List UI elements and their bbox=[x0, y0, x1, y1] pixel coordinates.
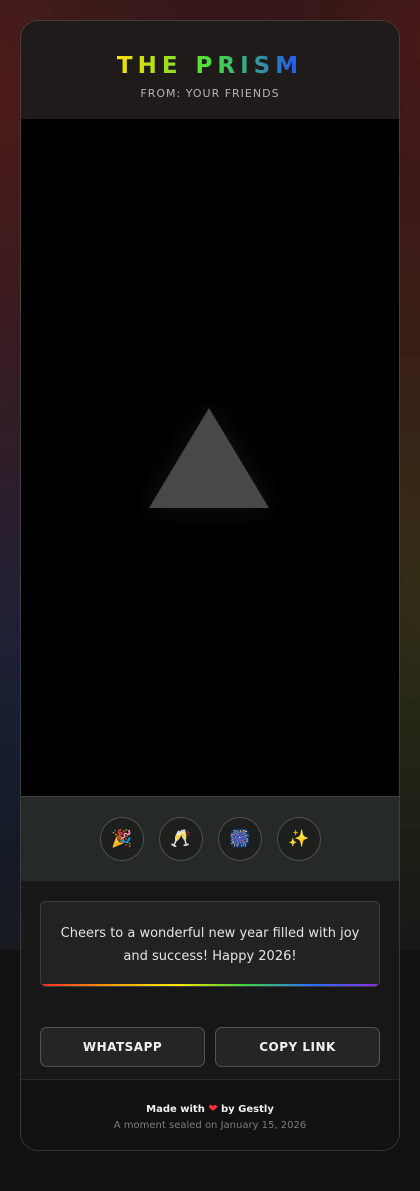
message-text: Cheers to a wonderful new year filled wi… bbox=[60, 926, 360, 964]
sparkles-reaction-button[interactable]: ✨ bbox=[277, 817, 321, 861]
party-popper-icon: 🎉 bbox=[111, 829, 133, 849]
party-popper-reaction-button[interactable]: 🎉 bbox=[100, 817, 144, 861]
fireworks-icon: 🎆 bbox=[229, 829, 251, 849]
whatsapp-button[interactable]: WHATSAPP bbox=[40, 1027, 205, 1067]
rainbow-divider bbox=[41, 984, 379, 986]
made-with-suffix: by Gestly bbox=[221, 1104, 274, 1115]
message-box: Cheers to a wonderful new year filled wi… bbox=[40, 901, 380, 987]
prism-icon[interactable] bbox=[149, 408, 269, 508]
heart-icon: ❤ bbox=[208, 1102, 218, 1115]
sparkles-icon: ✨ bbox=[288, 829, 310, 849]
message-section: Cheers to a wonderful new year filled wi… bbox=[21, 881, 399, 1079]
sealed-date: A moment sealed on January 15, 2026 bbox=[113, 1120, 307, 1131]
fireworks-reaction-button[interactable]: 🎆 bbox=[218, 817, 262, 861]
copy-link-button[interactable]: COPY LINK bbox=[215, 1027, 380, 1067]
made-with-credit: Made with ❤ by Gestly bbox=[21, 1102, 399, 1115]
clinking-glasses-reaction-button[interactable]: 🥂 bbox=[159, 817, 203, 861]
from-label: FROM: YOUR FRIENDS bbox=[140, 87, 280, 100]
clinking-glasses-icon: 🥂 bbox=[170, 829, 192, 849]
card-header: THE PRISM FROM: YOUR FRIENDS bbox=[21, 21, 399, 119]
card-footer: Made with ❤ by Gestly A moment sealed on… bbox=[21, 1079, 399, 1150]
prism-stage[interactable] bbox=[21, 119, 399, 796]
made-with-prefix: Made with bbox=[146, 1104, 205, 1115]
reaction-bar: 🎉 🥂 🎆 ✨ bbox=[21, 796, 399, 881]
greeting-card: THE PRISM FROM: YOUR FRIENDS 🎉 🥂 🎆 ✨ Che… bbox=[20, 20, 400, 1151]
page-title: THE PRISM bbox=[21, 53, 399, 79]
